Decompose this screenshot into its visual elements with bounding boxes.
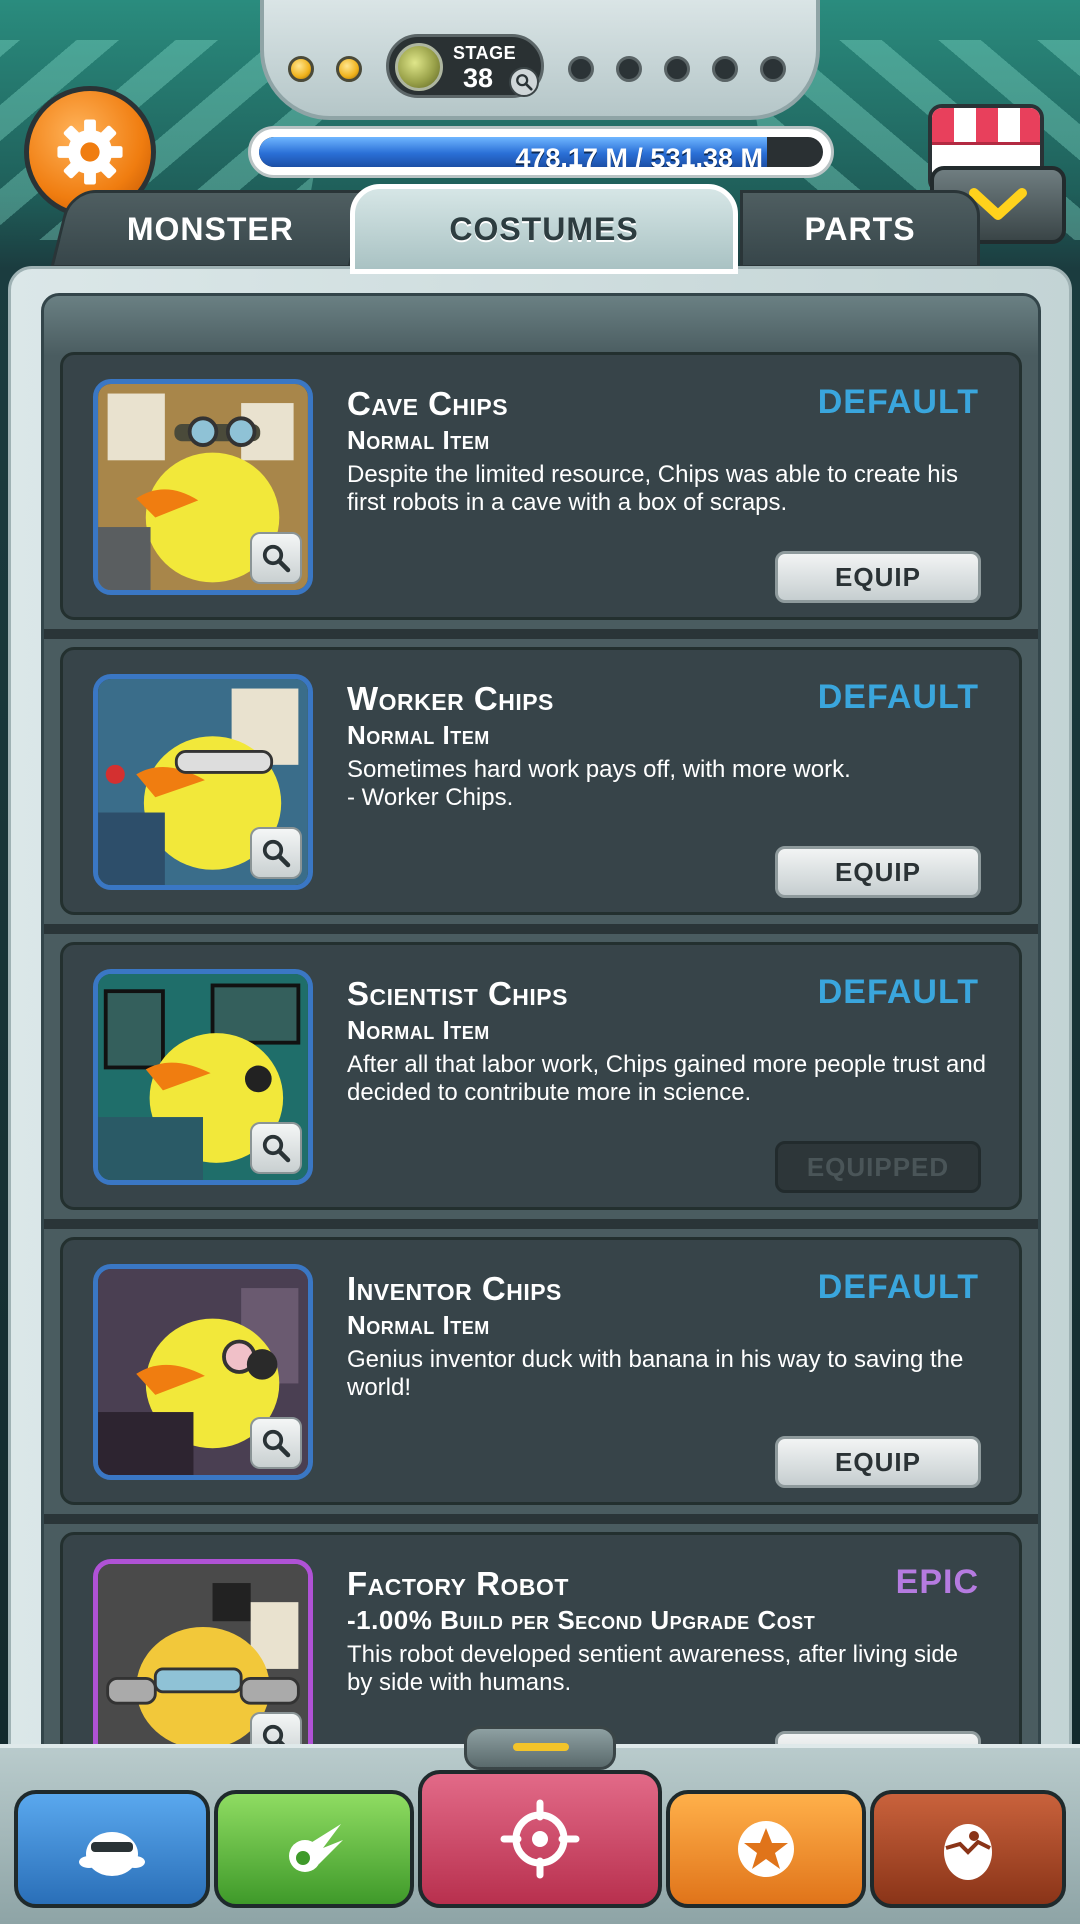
hp-text: 478.17 M / 531.38 M [515,143,763,167]
stage-dot-empty [664,56,690,82]
costume-type: Normal Item [347,425,490,455]
costume-portrait[interactable] [93,674,313,890]
equip-button[interactable]: EQUIP [775,1436,981,1488]
costume-description: This robot developed sentient awareness,… [347,1641,959,1696]
star-icon [738,1821,794,1877]
costume-name: Worker Chips [347,680,554,717]
inspect-magnifier-icon[interactable] [250,1122,302,1174]
costume-card[interactable]: Worker Chips Normal Item Sometimes hard wo… [60,647,1022,915]
nav-monster-button[interactable] [14,1790,210,1908]
costume-portrait[interactable] [93,379,313,595]
rarity-label: DEFAULT [817,383,979,421]
costume-portrait[interactable] [93,969,313,1185]
card-separator [44,1219,1038,1229]
rarity-label: EPIC [895,1563,979,1601]
inspect-magnifier-icon[interactable] [250,1417,302,1469]
nav-handle[interactable] [464,1726,616,1770]
costume-description: Despite the limited resource, Chips was … [347,461,958,516]
stage-label: STAGE [453,43,517,63]
tab-label: PARTS [804,210,916,247]
equipped-button: EQUIPPED [775,1141,981,1193]
egg-icon [944,1824,992,1880]
costume-description: Genius inventor duck with banana in his … [347,1346,964,1401]
rarity-label: DEFAULT [817,678,979,716]
tab-parts[interactable]: PARTS [740,190,980,268]
costume-type: Normal Item [347,720,490,750]
stage-coin-icon [395,43,443,91]
card-separator [44,924,1038,934]
equip-button[interactable]: EQUIP [775,846,981,898]
rarity-label: DEFAULT [817,1268,979,1306]
rarity-label: DEFAULT [817,973,979,1011]
costume-description: After all that labor work, Chips gained … [347,1051,987,1106]
crosshair-icon [500,1799,580,1879]
duck-sunglasses-icon [79,1832,145,1876]
tab-label: MONSTER [126,210,294,247]
comet-icon [289,1824,343,1872]
stage-dot-filled [336,56,362,82]
costume-name: Factory Robot [347,1565,569,1602]
stage-dot-filled [288,56,314,82]
costume-name: Inventor Chips [347,1270,562,1307]
nav-egg-button[interactable] [870,1790,1066,1908]
inspect-magnifier-icon[interactable] [250,532,302,584]
stage-number: 38 [463,63,494,93]
costume-name: Scientist Chips [347,975,568,1012]
card-separator [44,629,1038,639]
costume-list[interactable]: Cave Chips Normal Item Despite the limited… [41,293,1041,1813]
tab-costumes[interactable]: COSTUMES [350,184,738,274]
costume-portrait[interactable] [93,1264,313,1480]
costume-description: Sometimes hard work pays off, with more … [347,756,851,811]
costume-card[interactable]: Scientist Chips Normal Item After all that… [60,942,1022,1210]
costume-panel: Cave Chips Normal Item Despite the limited… [8,266,1072,1813]
costume-card[interactable]: Cave Chips Normal Item Despite the limited… [60,352,1022,620]
tab-monster[interactable]: MONSTER [50,190,370,268]
inspect-magnifier-icon[interactable] [250,827,302,879]
stage-dot-empty [616,56,642,82]
costume-card[interactable]: Inventor Chips Normal Item Genius inventor… [60,1237,1022,1505]
hp-bar: 478.17 M / 531.38 M [248,126,834,178]
card-separator [44,1514,1038,1524]
stage-search-icon[interactable] [509,67,539,97]
nav-star-button[interactable] [666,1790,866,1908]
tab-label: COSTUMES [449,210,639,247]
costume-name: Cave Chips [347,385,509,422]
stage-dot-empty [760,56,786,82]
costume-type: Normal Item [347,1015,490,1045]
costume-type: Normal Item [347,1310,490,1340]
stage-dot-empty [712,56,738,82]
stage-dot-empty [568,56,594,82]
costume-portrait[interactable] [93,1559,313,1775]
equip-button[interactable]: EQUIP [775,551,981,603]
costume-type: -1.00% Build per Second Upgrade Cost [347,1605,816,1635]
nav-target-button[interactable] [418,1770,662,1908]
stage-indicator[interactable]: STAGE 38 [386,34,544,98]
nav-skills-button[interactable] [214,1790,414,1908]
